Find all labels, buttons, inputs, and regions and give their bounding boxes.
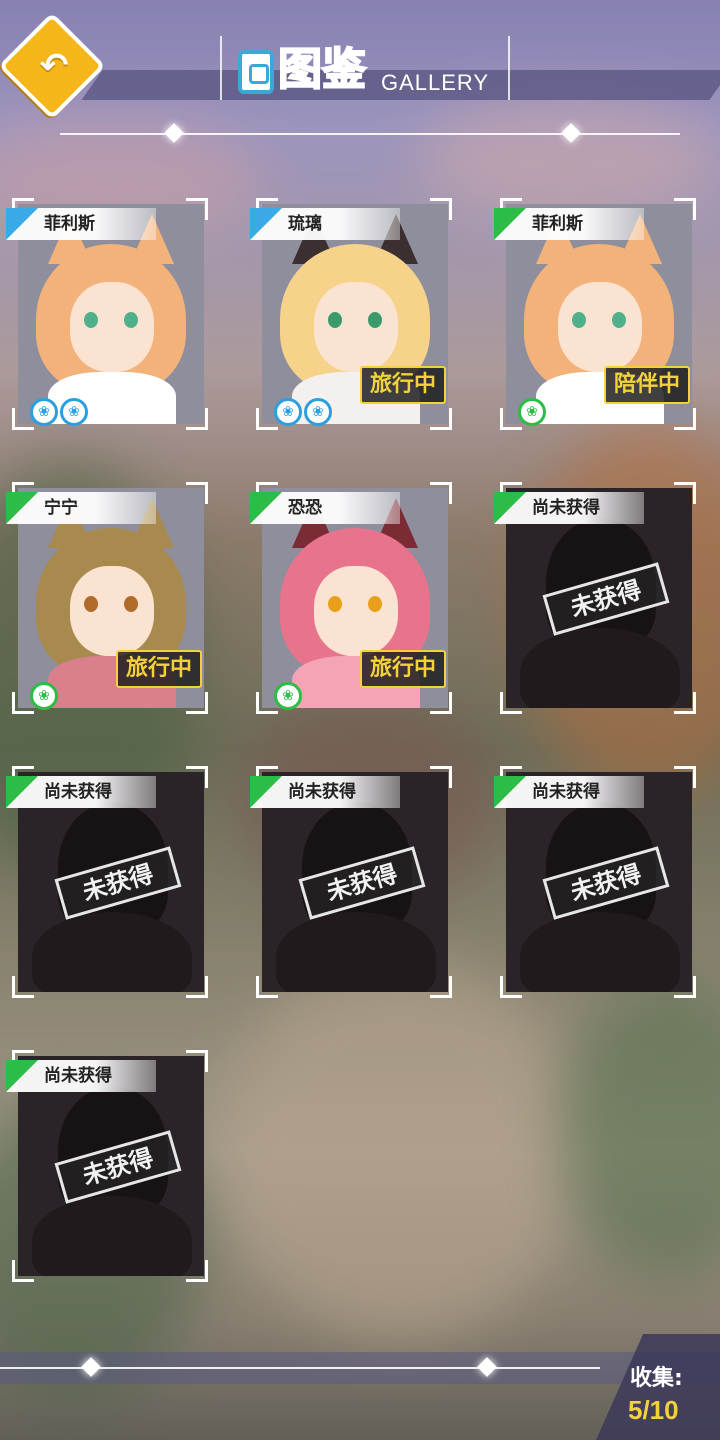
tag-corner (250, 776, 282, 808)
card-name: 尚未获得 (532, 498, 600, 518)
card-name-tag: 菲利斯 (494, 208, 644, 240)
tag-corner (250, 208, 282, 240)
tag-corner (6, 208, 38, 240)
card-name-tag: 尚未获得 (6, 1060, 156, 1092)
card-name: 恐恐 (288, 498, 322, 518)
card-frame-corner (256, 976, 278, 998)
card-name: 宁宁 (44, 498, 78, 518)
card-frame-corner (186, 766, 208, 788)
card-name: 尚未获得 (532, 782, 600, 802)
card-frame-corner (430, 692, 452, 714)
status-badge: 陪伴中 (603, 366, 690, 404)
card-name-tag: 琉璃 (250, 208, 400, 240)
card-frame-corner (12, 1260, 34, 1282)
card-frame-corner (430, 482, 452, 504)
paw-icon: ❀ (30, 398, 58, 426)
card-name-tag: 尚未获得 (6, 776, 156, 808)
card-frame-corner (430, 766, 452, 788)
tag-corner (6, 776, 38, 808)
character-card[interactable]: 尚未获得 未获得 (494, 482, 696, 714)
status-badge: 旅行中 (359, 366, 446, 404)
card-frame-corner (12, 976, 34, 998)
paw-rating: ❀ (30, 682, 58, 710)
tag-corner (494, 208, 526, 240)
paw-icon: ❀ (304, 398, 332, 426)
card-name: 尚未获得 (44, 782, 112, 802)
card-frame-corner (430, 408, 452, 430)
card-name-tag: 恐恐 (250, 492, 400, 524)
paw-icon: ❀ (274, 398, 302, 426)
card-frame-corner (500, 692, 522, 714)
card-name: 尚未获得 (44, 1066, 112, 1086)
collection-count: 5/10 (628, 1395, 679, 1425)
card-frame-corner (430, 976, 452, 998)
card-frame-corner (186, 1050, 208, 1072)
paw-rating: ❀ (518, 398, 546, 426)
card-name: 琉璃 (288, 214, 322, 234)
paw-icon: ❀ (60, 398, 88, 426)
card-name-tag: 尚未获得 (250, 776, 400, 808)
card-frame-corner (430, 198, 452, 220)
tag-corner (250, 492, 282, 524)
card-name: 尚未获得 (288, 782, 356, 802)
card-frame-corner (674, 766, 696, 788)
character-card[interactable]: 尚未获得 未获得 (6, 766, 208, 998)
tag-corner (6, 1060, 38, 1092)
character-card[interactable]: 恐恐旅行中 ❀ (250, 482, 452, 714)
character-card[interactable]: 尚未获得 未获得 (250, 766, 452, 998)
character-card[interactable]: 宁宁旅行中 ❀ (6, 482, 208, 714)
card-frame-corner (674, 692, 696, 714)
page-subtitle: GALLERY (381, 70, 490, 95)
character-card[interactable]: 菲利斯陪伴中 ❀ (494, 198, 696, 430)
paw-icon: ❀ (274, 682, 302, 710)
paw-icon: ❀ (518, 398, 546, 426)
page-title: 图鉴 (277, 43, 367, 96)
card-name: 菲利斯 (532, 214, 583, 234)
card-frame-corner (674, 976, 696, 998)
tag-corner (494, 492, 526, 524)
card-frame-corner (674, 198, 696, 220)
card-frame-corner (674, 482, 696, 504)
card-frame-corner (186, 482, 208, 504)
card-frame-corner (186, 976, 208, 998)
card-frame-corner (186, 408, 208, 430)
character-card[interactable]: 尚未获得 未获得 (6, 1050, 208, 1282)
status-badge: 旅行中 (115, 650, 202, 688)
card-frame-corner (186, 198, 208, 220)
card-name-tag: 尚未获得 (494, 776, 644, 808)
tag-corner (494, 776, 526, 808)
card-frame-corner (186, 1260, 208, 1282)
card-name-tag: 菲利斯 (6, 208, 156, 240)
status-badge: 旅行中 (359, 650, 446, 688)
card-frame-corner (674, 408, 696, 430)
card-name-tag: 尚未获得 (494, 492, 644, 524)
card-name: 菲利斯 (44, 214, 95, 234)
character-card[interactable]: 菲利斯 ❀ ❀ (6, 198, 208, 430)
paw-rating: ❀ (274, 682, 302, 710)
paw-icon: ❀ (30, 682, 58, 710)
paw-rating: ❀ ❀ (274, 398, 332, 426)
card-name-tag: 宁宁 (6, 492, 156, 524)
gallery-book-icon (238, 50, 274, 94)
card-frame-corner (186, 692, 208, 714)
back-arrow-icon[interactable]: ↶ (34, 48, 74, 84)
paw-rating: ❀ ❀ (30, 398, 88, 426)
tag-corner (6, 492, 38, 524)
character-card[interactable]: 琉璃旅行中 ❀ ❀ (250, 198, 452, 430)
card-frame-corner (500, 976, 522, 998)
character-card[interactable]: 尚未获得 未获得 (494, 766, 696, 998)
collection-label: 收集: (630, 1366, 683, 1391)
header-divider (60, 133, 680, 135)
